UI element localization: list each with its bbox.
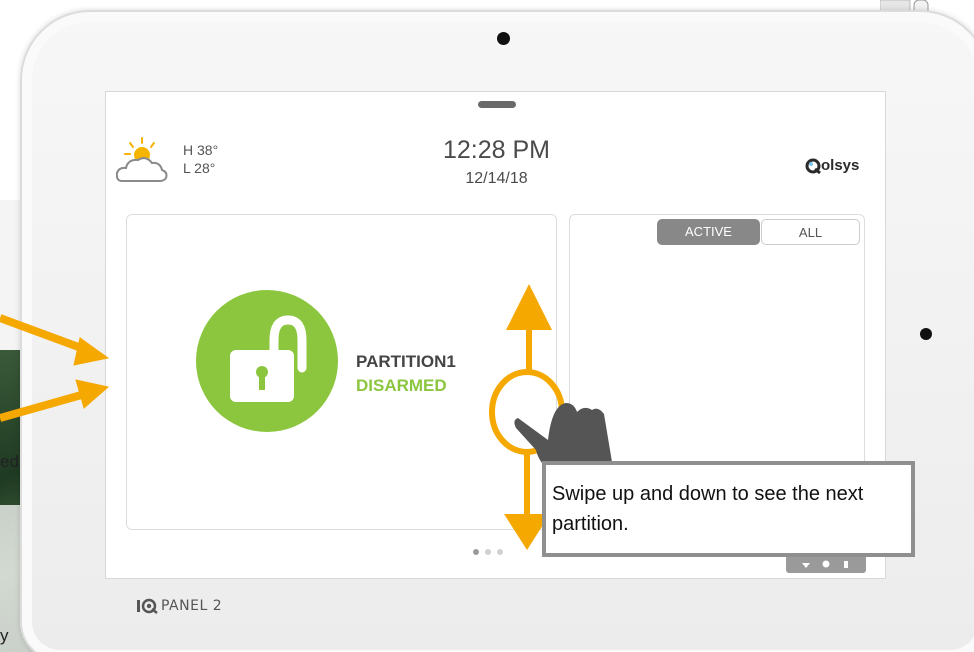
logo-text: olsys xyxy=(821,157,860,174)
sensor-dot xyxy=(920,328,932,340)
camera-lens xyxy=(497,32,510,45)
iq-logo-icon xyxy=(137,598,158,614)
partition-name: PARTITION1 xyxy=(356,352,456,371)
background-text-fragment: ed xyxy=(0,452,19,471)
wifi-icon xyxy=(802,563,810,568)
clock-date: 12/14/18 xyxy=(465,170,528,187)
tab-all[interactable]: ALL xyxy=(761,219,860,245)
page-dot xyxy=(497,549,503,555)
device-brand: PANEL 2 xyxy=(136,598,222,614)
tab-active[interactable]: ACTIVE xyxy=(657,219,760,245)
clock-time: 12:28 PM xyxy=(442,136,550,164)
qolsys-q-icon xyxy=(805,158,821,174)
brand-label: PANEL 2 xyxy=(161,598,223,614)
status-icon-bar[interactable] xyxy=(786,555,866,573)
unlocked-padlock-icon[interactable] xyxy=(196,290,338,432)
qolsys-logo: olsys xyxy=(805,157,859,174)
background-text-fragment: y xyxy=(0,626,9,645)
partition-panel[interactable]: PARTITION1 DISARMED xyxy=(126,214,557,530)
partition-status: DISARMED xyxy=(356,376,447,395)
network-icon xyxy=(822,560,830,568)
page-dot-current xyxy=(473,549,479,555)
tutorial-callout: Swipe up and down to see the next partit… xyxy=(542,461,915,557)
page-dot xyxy=(485,549,491,555)
battery-icon xyxy=(844,561,848,568)
pull-down-handle[interactable] xyxy=(478,101,516,108)
page-indicator xyxy=(473,549,503,555)
